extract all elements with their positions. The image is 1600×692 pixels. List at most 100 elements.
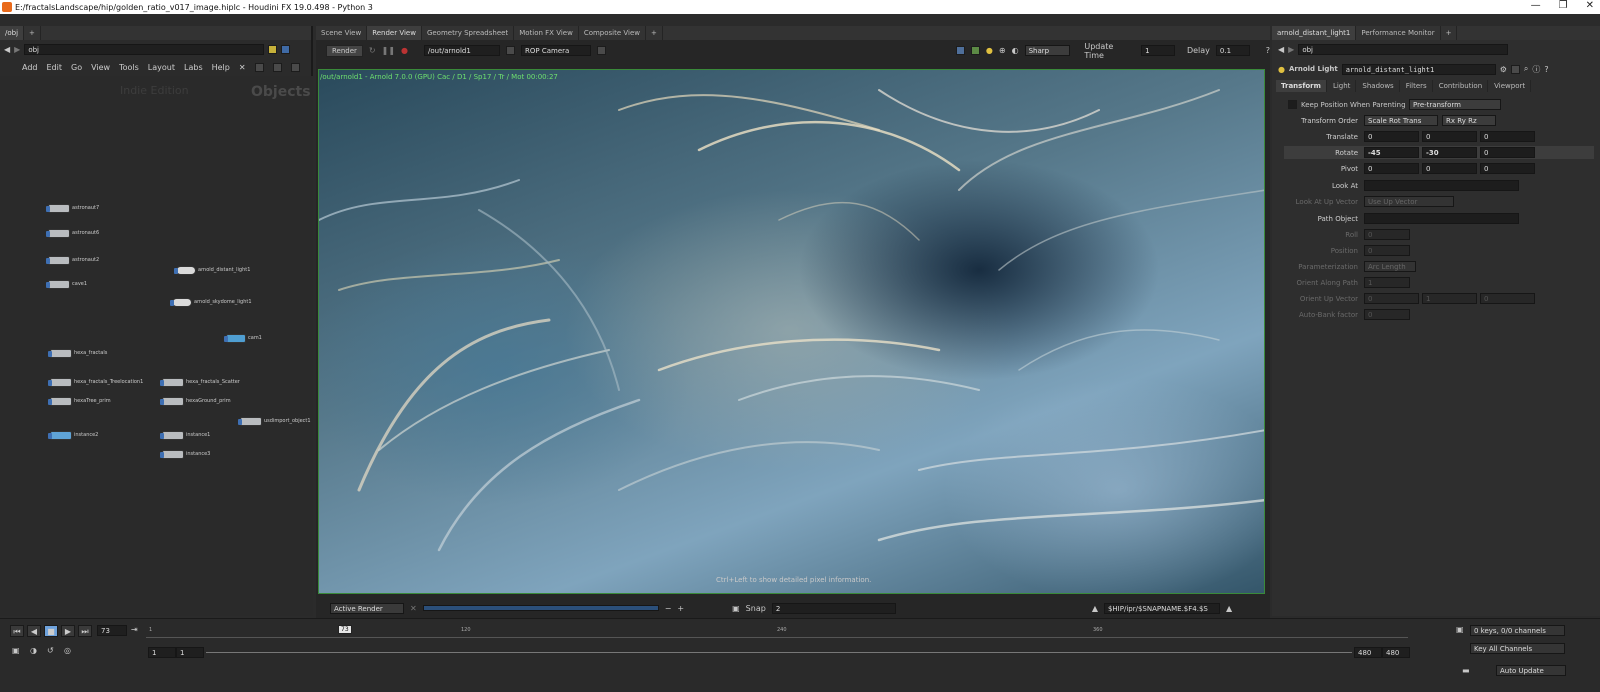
pin-icon[interactable]: [268, 44, 278, 54]
orient-along-field[interactable]: 1: [1364, 277, 1410, 288]
menu-view[interactable]: View: [91, 63, 110, 72]
chat-icon[interactable]: ▬: [1462, 666, 1470, 675]
orient-up-y-field[interactable]: 1: [1422, 293, 1477, 304]
update-time-field[interactable]: 1: [1141, 45, 1175, 56]
render-button[interactable]: Render: [326, 44, 363, 57]
region-icon[interactable]: [956, 46, 965, 55]
tab-transform[interactable]: Transform: [1276, 80, 1327, 92]
menu-layout[interactable]: Layout: [148, 63, 175, 72]
node-cave1[interactable]: cave1: [46, 279, 87, 289]
help-node-icon[interactable]: [1510, 64, 1520, 74]
node-instance2[interactable]: instance2: [48, 430, 98, 440]
rop-path-field[interactable]: /out/arnold1: [424, 45, 501, 56]
stop-render-icon[interactable]: ●: [401, 46, 408, 55]
node-hexa-fractals[interactable]: hexa_fractals: [48, 348, 107, 358]
start-frame-field[interactable]: 1: [148, 647, 176, 658]
close-button[interactable]: ✕: [1586, 0, 1594, 11]
search-icon[interactable]: ⌕: [1524, 64, 1528, 74]
range-slider[interactable]: [206, 652, 1352, 653]
camera-select-icon[interactable]: [597, 46, 607, 55]
path-object-field[interactable]: [1364, 213, 1519, 224]
rotate-z-field[interactable]: 0: [1480, 147, 1535, 158]
param-path-field[interactable]: obj: [1298, 44, 1509, 55]
key-all-channels-dropdown[interactable]: Key All Channels: [1470, 643, 1565, 654]
tab-render-view[interactable]: Render View: [367, 26, 422, 40]
light-bulb-icon[interactable]: ●: [986, 46, 993, 55]
node-arnold-skydome-light1[interactable]: arnold_skydome_light1: [170, 297, 252, 307]
roll-field[interactable]: 0: [1364, 229, 1410, 240]
auto-bank-field[interactable]: 0: [1364, 309, 1410, 320]
node-usdimport-object1[interactable]: usdimport_object1: [238, 416, 311, 426]
back-arrow-icon[interactable]: ◀: [4, 45, 10, 54]
play-reverse-icon[interactable]: ◀: [27, 625, 41, 637]
camera-dropdown[interactable]: ROP Camera: [521, 45, 592, 56]
loop-icon[interactable]: ↺: [47, 646, 54, 655]
minus-icon[interactable]: −: [665, 604, 672, 613]
step-icon[interactable]: ⇥: [131, 625, 138, 634]
node-hexa-fractals-treelocation1[interactable]: hexa_fractals_Treelocation1: [48, 377, 143, 387]
play-icon[interactable]: ▶: [61, 625, 75, 637]
help-icon[interactable]: ?: [1266, 46, 1270, 55]
menu-add[interactable]: Add: [22, 63, 38, 72]
current-frame-field[interactable]: 73: [97, 625, 127, 636]
menu-go[interactable]: Go: [71, 63, 82, 72]
position-field[interactable]: 0: [1364, 245, 1410, 256]
tab-viewport[interactable]: Viewport: [1489, 80, 1532, 92]
tab-contribution[interactable]: Contribution: [1434, 80, 1489, 92]
look-at-field[interactable]: [1364, 180, 1519, 191]
stop-icon[interactable]: ■: [44, 625, 58, 637]
orient-up-x-field[interactable]: 0: [1364, 293, 1419, 304]
refresh-icon[interactable]: ↻: [369, 46, 376, 55]
tab-performance-monitor[interactable]: Performance Monitor: [1356, 26, 1441, 40]
node-name-field[interactable]: arnold_distant_light1: [1341, 63, 1496, 75]
playhead-frame-marker[interactable]: 73: [338, 625, 352, 634]
layout-icon[interactable]: [290, 62, 300, 72]
save-icon[interactable]: ▲: [1226, 604, 1232, 613]
node-instance1[interactable]: instance1: [160, 430, 210, 440]
tab-filters[interactable]: Filters: [1401, 80, 1433, 92]
keep-position-checkbox[interactable]: [1288, 100, 1297, 109]
translate-y-field[interactable]: 0: [1422, 131, 1477, 142]
transform-order-dropdown[interactable]: Scale Rot Trans: [1364, 115, 1438, 126]
link-icon[interactable]: [281, 44, 291, 54]
node-astronaut7[interactable]: astronaut7: [46, 203, 99, 213]
end-frame-field[interactable]: 480: [1382, 647, 1410, 658]
maximize-button[interactable]: ❐: [1559, 0, 1568, 11]
pivot-y-field[interactable]: 0: [1422, 163, 1477, 174]
rotate-y-field[interactable]: -30: [1422, 147, 1477, 158]
tab-obj[interactable]: /obj: [0, 26, 25, 40]
sphere-icon[interactable]: ◐: [1012, 46, 1019, 55]
node-instance3[interactable]: instance3: [160, 449, 210, 459]
wrench-icon[interactable]: ✕: [239, 63, 246, 72]
node-astronaut6[interactable]: astronaut6: [46, 228, 99, 238]
grid-icon[interactable]: [254, 62, 264, 72]
orient-up-z-field[interactable]: 0: [1480, 293, 1535, 304]
snap-field[interactable]: 2: [771, 602, 896, 614]
help-icon[interactable]: ?: [1544, 65, 1548, 74]
menu-labs[interactable]: Labs: [184, 63, 203, 72]
tab-arnold-distant-light1[interactable]: arnold_distant_light1: [1272, 26, 1357, 40]
gear-icon[interactable]: ⚙: [1500, 65, 1507, 74]
forward-arrow-icon[interactable]: ▶: [14, 45, 20, 54]
network-editor-canvas[interactable]: Indie Edition Objects astronaut7 astrona…: [0, 76, 313, 616]
rotate-x-field[interactable]: -45: [1364, 147, 1419, 158]
tab-scene-view[interactable]: Scene View: [316, 26, 368, 40]
tab-composite-view[interactable]: Composite View: [579, 26, 647, 40]
jump-end-icon[interactable]: ⏭: [78, 625, 92, 637]
playback-end-field[interactable]: 480: [1354, 647, 1382, 658]
render-image[interactable]: [318, 69, 1265, 594]
lock-icon[interactable]: ▲: [1092, 604, 1098, 613]
rop-select-icon[interactable]: [506, 46, 516, 55]
translate-z-field[interactable]: 0: [1480, 131, 1535, 142]
jump-start-icon[interactable]: ⏮: [10, 625, 24, 637]
tab-motion-fx-view[interactable]: Motion FX View: [514, 26, 579, 40]
quality-dropdown[interactable]: Sharp: [1024, 45, 1071, 56]
tab-shadows[interactable]: Shadows: [1357, 80, 1400, 92]
pivot-z-field[interactable]: 0: [1480, 163, 1535, 174]
playback-start-field[interactable]: 1: [176, 647, 204, 658]
camera-snap-icon[interactable]: ▣: [732, 604, 740, 613]
list-icon[interactable]: [272, 62, 282, 72]
node-cam1[interactable]: cam1: [224, 333, 262, 343]
node-hexa-fractals-scatter[interactable]: hexa_fractals_Scatter: [160, 377, 240, 387]
clear-icon[interactable]: ✕: [410, 604, 417, 613]
